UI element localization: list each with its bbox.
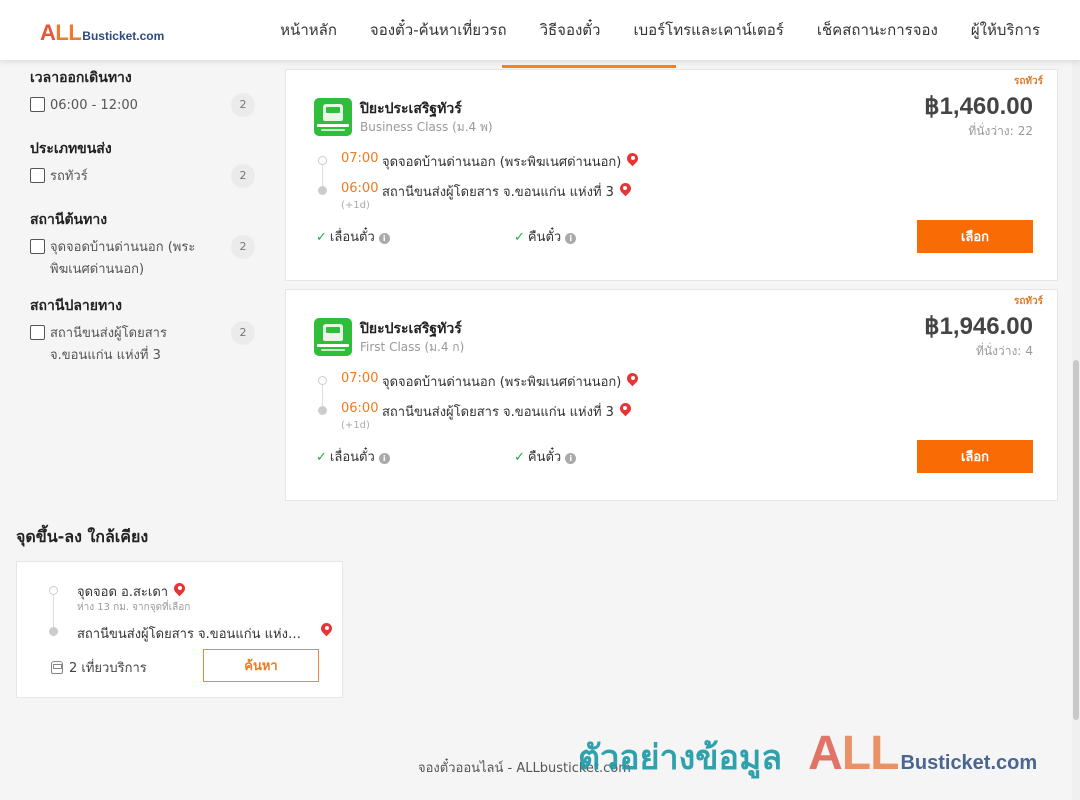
check-icon: ✓ <box>514 230 525 245</box>
checkbox[interactable] <box>30 325 45 340</box>
watermark-text: ตัวอย่างข้อมูล <box>578 738 783 778</box>
timeline-line <box>322 384 323 408</box>
filter-option-label: 06:00 - 12:00 <box>50 98 138 113</box>
filter-title-departure-time: เวลาออกเดินทาง <box>30 70 132 86</box>
arrival-stop: สถานีขนส่งผู้โดยสาร จ.ขอนแก่น แห่งที่ 3 <box>382 181 631 202</box>
checkbox[interactable] <box>30 97 45 112</box>
main-nav: หน้าหลัก จองตั๋ว-ค้นหาเที่ยวรถ วิธีจองตั… <box>247 0 1040 60</box>
filter-count-badge: 2 <box>231 321 255 345</box>
filter-option-label: รถทัวร์ <box>50 169 88 184</box>
active-nav-underline <box>502 65 676 68</box>
feature-reschedule: ✓ เลื่อนตั๋ว i <box>316 446 390 467</box>
info-icon[interactable]: i <box>565 233 577 244</box>
nearby-stop-origin: จุดจอด อ.สะเดา <box>77 581 185 602</box>
timeline-line <box>322 164 323 188</box>
arrival-stop: สถานีขนส่งผู้โดยสาร จ.ขอนแก่น แห่งที่ 3 <box>382 401 631 422</box>
nav-book-search[interactable]: จองตั๋ว-ค้นหาเที่ยวรถ <box>370 18 507 42</box>
map-pin-icon[interactable] <box>627 153 638 168</box>
nav-providers[interactable]: ผู้ให้บริการ <box>971 18 1040 42</box>
filter-count-badge: 2 <box>231 93 255 117</box>
feature-refund: ✓ คืนตั๋ว i <box>514 446 577 467</box>
timeline-start-dot <box>318 376 327 385</box>
nearby-stop-destination: สถานีขนส่งผู้โดยสาร จ.ขอนแก่น แห่งที่ 3 <box>77 627 302 642</box>
next-day-indicator: (+1d) <box>341 200 370 211</box>
trip-price: ฿1,946.00 <box>924 313 1033 340</box>
trip-card: รถทัวร์ ปิยะประเสริฐทัวร์ First Class (ม… <box>285 289 1058 501</box>
site-logo[interactable]: ALL Busticket.com <box>40 20 164 46</box>
info-icon[interactable]: i <box>378 233 390 244</box>
info-icon[interactable]: i <box>378 453 390 464</box>
departure-time: 07:00 <box>341 151 379 166</box>
select-trip-button[interactable]: เลือก <box>917 440 1033 473</box>
map-pin-icon[interactable] <box>627 373 638 388</box>
filter-count-badge: 2 <box>231 235 255 259</box>
map-pin-icon[interactable] <box>620 183 631 198</box>
feature-reschedule: ✓ เลื่อนตั๋ว i <box>316 226 390 247</box>
nav-how-to-book[interactable]: วิธีจองตั๋ว <box>540 18 601 42</box>
bus-class: Business Class (ม.4 พ) <box>360 120 493 134</box>
top-header: ALL Busticket.com หน้าหลัก จองตั๋ว-ค้นหา… <box>0 0 1080 60</box>
check-icon: ✓ <box>514 450 525 465</box>
seats-count: 4 <box>1025 344 1033 358</box>
nav-phone-counters[interactable]: เบอร์โทรและเคาน์เตอร์ <box>633 18 783 42</box>
filter-title-destination: สถานีปลายทาง <box>30 298 122 314</box>
page-scrollbar[interactable] <box>1072 60 1080 800</box>
seats-available: ที่นั่งว่าง: 4 <box>972 342 1033 361</box>
map-pin-icon[interactable] <box>321 623 332 638</box>
timeline-start-dot <box>318 156 327 165</box>
seats-label: ที่นั่งว่าง: <box>976 344 1022 358</box>
timeline-start-dot <box>49 586 58 595</box>
next-day-indicator: (+1d) <box>341 420 370 431</box>
timeline-end-dot <box>318 186 327 195</box>
filter-option-label: สถานีขนส่งผู้โดยสาร จ.ขอนแก่น แห่งที่ 3 <box>50 326 167 363</box>
bus-class: First Class (ม.4 ก) <box>360 340 465 354</box>
departure-stop: จุดจอดบ้านด่านนอก (พระพิฆเนศด่านนอก) <box>382 371 638 392</box>
transport-tag: รถทัวร์ <box>1013 76 1043 87</box>
nearby-search-button[interactable]: ค้นหา <box>203 649 319 682</box>
bus-icon <box>51 661 63 674</box>
watermark-logo-all: ALL <box>808 727 899 780</box>
timeline-line <box>53 592 54 630</box>
scrollbar-thumb[interactable] <box>1073 360 1079 720</box>
operator-logo-icon <box>314 318 352 356</box>
timeline-end-dot <box>318 406 327 415</box>
nav-check-booking[interactable]: เช็คสถานะการจอง <box>817 18 938 42</box>
check-icon: ✓ <box>316 230 327 245</box>
checkbox[interactable] <box>30 168 45 183</box>
nav-home[interactable]: หน้าหลัก <box>280 18 337 42</box>
map-pin-icon[interactable] <box>620 403 631 418</box>
map-pin-icon[interactable] <box>174 583 185 598</box>
info-icon[interactable]: i <box>565 453 577 464</box>
arrival-time: 06:00 <box>341 181 379 196</box>
transport-tag: รถทัวร์ <box>1013 296 1043 307</box>
departure-stop: จุดจอดบ้านด่านนอก (พระพิฆเนศด่านนอก) <box>382 151 638 172</box>
nearby-trip-count: 2 เที่ยวบริการ <box>51 657 147 678</box>
nearby-distance: ห่าง 13 กม. จากจุดที่เลือก <box>77 602 191 613</box>
trip-card: รถทัวร์ ปิยะประเสริฐทัวร์ Business Class… <box>285 69 1058 281</box>
seats-available: ที่นั่งว่าง: 22 <box>964 122 1033 141</box>
seats-label: ที่นั่งว่าง: <box>968 124 1014 138</box>
filter-title-origin: สถานีต้นทาง <box>30 212 108 228</box>
operator-name: ปิยะประเสริฐทัวร์ <box>360 101 462 117</box>
filter-count-badge: 2 <box>231 164 255 188</box>
feature-refund: ✓ คืนตั๋ว i <box>514 226 577 247</box>
select-trip-button[interactable]: เลือก <box>917 220 1033 253</box>
operator-name: ปิยะประเสริฐทัวร์ <box>360 321 462 337</box>
checkbox[interactable] <box>30 239 45 254</box>
sample-data-watermark: ตัวอย่างข้อมูล ALL Busticket.com <box>578 726 1037 784</box>
seats-count: 22 <box>1017 124 1033 138</box>
trip-price: ฿1,460.00 <box>924 93 1033 120</box>
departure-time: 07:00 <box>341 371 379 386</box>
logo-busticket: Busticket.com <box>82 29 165 43</box>
filter-option-label: จุดจอดบ้านด่านนอก (พระพิฆเนศด่านนอก) <box>50 240 196 277</box>
watermark-logo-busticket: Busticket.com <box>900 752 1038 774</box>
timeline-end-dot <box>49 627 58 636</box>
nearby-section-title: จุดขึ้น-ลง ใกล้เคียง <box>16 527 149 546</box>
arrival-time: 06:00 <box>341 401 379 416</box>
check-icon: ✓ <box>316 450 327 465</box>
operator-logo-icon <box>314 98 352 136</box>
filter-title-transport-type: ประเภทขนส่ง <box>30 141 112 157</box>
logo-all: ALL <box>40 20 82 45</box>
nearby-route-card: จุดจอด อ.สะเดา ห่าง 13 กม. จากจุดที่เลือ… <box>16 561 343 698</box>
